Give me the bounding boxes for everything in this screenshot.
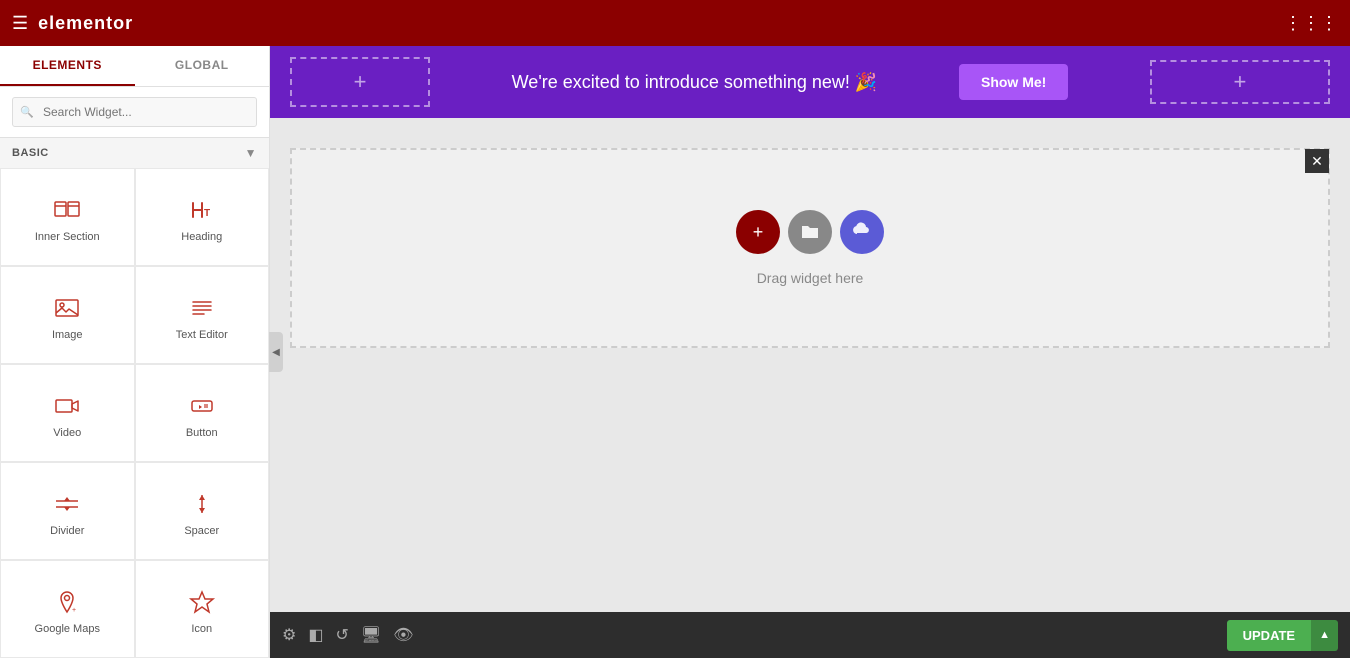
- announcement-right-section[interactable]: +: [1150, 60, 1330, 104]
- history-icon[interactable]: ↺: [335, 625, 348, 645]
- settings-icon[interactable]: ⚙: [282, 625, 296, 645]
- folder-button[interactable]: [788, 210, 832, 254]
- folder-icon: [800, 220, 820, 245]
- cloud-icon: [851, 219, 873, 246]
- inner-section-icon: [53, 195, 81, 225]
- cloud-button[interactable]: [840, 210, 884, 254]
- widget-spacer[interactable]: Spacer: [135, 462, 270, 560]
- icon-widget-icon: [188, 587, 216, 617]
- video-icon: [53, 391, 81, 421]
- widgets-grid: Inner Section T Heading: [0, 168, 269, 658]
- bottom-left-icons: ⚙ ◧ ↺ 🖥 👁: [282, 625, 414, 645]
- canvas-area: + We're excited to introduce something n…: [270, 46, 1350, 658]
- widget-google-maps-label: Google Maps: [35, 623, 100, 635]
- widget-button-label: Button: [186, 427, 218, 439]
- widget-video[interactable]: Video: [0, 364, 135, 462]
- grid-icon[interactable]: ⋮⋮⋮: [1284, 13, 1338, 34]
- add-left-section-icon: +: [354, 69, 367, 95]
- heading-icon: T: [188, 195, 216, 225]
- widget-image-label: Image: [52, 329, 83, 341]
- basic-section-header: BASIC ▼: [0, 138, 269, 168]
- basic-section-label: BASIC: [12, 147, 49, 159]
- widget-button[interactable]: Button: [135, 364, 270, 462]
- image-icon: [53, 293, 81, 323]
- drag-hint: Drag widget here: [757, 270, 864, 286]
- announcement-message: We're excited to introduce something new…: [512, 72, 878, 93]
- announcement-bar: + We're excited to introduce something n…: [270, 46, 1350, 118]
- widget-icon[interactable]: Icon: [135, 560, 270, 658]
- svg-text:T: T: [204, 208, 210, 219]
- close-section-button[interactable]: ✕: [1305, 149, 1329, 173]
- update-button-group: UPDATE ▲: [1227, 620, 1338, 651]
- widget-google-maps[interactable]: + Google Maps: [0, 560, 135, 658]
- widget-video-label: Video: [53, 427, 81, 439]
- add-widget-button[interactable]: +: [736, 210, 780, 254]
- header: ☰ elementor ⋮⋮⋮: [0, 0, 1350, 46]
- widget-image[interactable]: Image: [0, 266, 135, 364]
- chevron-down-icon[interactable]: ▼: [245, 146, 257, 160]
- svg-text:+: +: [72, 607, 76, 614]
- main-layout: ELEMENTS GLOBAL BASIC ▼: [0, 46, 1350, 658]
- sidebar: ELEMENTS GLOBAL BASIC ▼: [0, 46, 270, 658]
- search-input[interactable]: [12, 97, 257, 127]
- header-left: ☰ elementor: [12, 13, 133, 34]
- widget-icon-label: Icon: [191, 623, 212, 635]
- hamburger-icon[interactable]: ☰: [12, 13, 28, 34]
- search-wrapper: [12, 97, 257, 127]
- app-title: elementor: [38, 13, 133, 34]
- bottom-toolbar: ⚙ ◧ ↺ 🖥 👁 UPDATE ▲: [270, 612, 1350, 658]
- widget-inner-section-label: Inner Section: [35, 231, 100, 243]
- add-right-section-icon: +: [1234, 69, 1247, 95]
- tab-elements[interactable]: ELEMENTS: [0, 46, 135, 86]
- show-me-button[interactable]: Show Me!: [959, 64, 1068, 100]
- sidebar-tabs: ELEMENTS GLOBAL: [0, 46, 269, 87]
- search-container: [0, 87, 269, 138]
- widget-inner-section[interactable]: Inner Section: [0, 168, 135, 266]
- collapse-sidebar-button[interactable]: ◀: [269, 332, 283, 372]
- update-arrow-button[interactable]: ▲: [1311, 620, 1338, 651]
- widget-spacer-label: Spacer: [184, 525, 219, 537]
- responsive-icon[interactable]: 🖥: [361, 625, 381, 645]
- canvas-body: ✕ +: [270, 118, 1350, 612]
- divider-icon: [53, 489, 81, 519]
- announcement-left-section[interactable]: +: [290, 57, 430, 107]
- google-maps-icon: +: [53, 587, 81, 617]
- button-icon: [188, 391, 216, 421]
- preview-icon[interactable]: 👁: [393, 625, 413, 645]
- canvas-content: +: [736, 210, 884, 286]
- widget-text-editor-label: Text Editor: [176, 329, 228, 341]
- widget-heading-label: Heading: [181, 231, 222, 243]
- widget-divider[interactable]: Divider: [0, 462, 135, 560]
- canvas-section: ✕ +: [290, 148, 1330, 348]
- action-buttons: +: [736, 210, 884, 254]
- spacer-icon: [188, 489, 216, 519]
- plus-icon: +: [753, 222, 764, 243]
- text-editor-icon: [188, 293, 216, 323]
- layers-icon[interactable]: ◧: [308, 625, 323, 645]
- widget-heading[interactable]: T Heading: [135, 168, 270, 266]
- widget-text-editor[interactable]: Text Editor: [135, 266, 270, 364]
- widget-divider-label: Divider: [50, 525, 84, 537]
- tab-global[interactable]: GLOBAL: [135, 46, 270, 86]
- update-button[interactable]: UPDATE: [1227, 620, 1311, 651]
